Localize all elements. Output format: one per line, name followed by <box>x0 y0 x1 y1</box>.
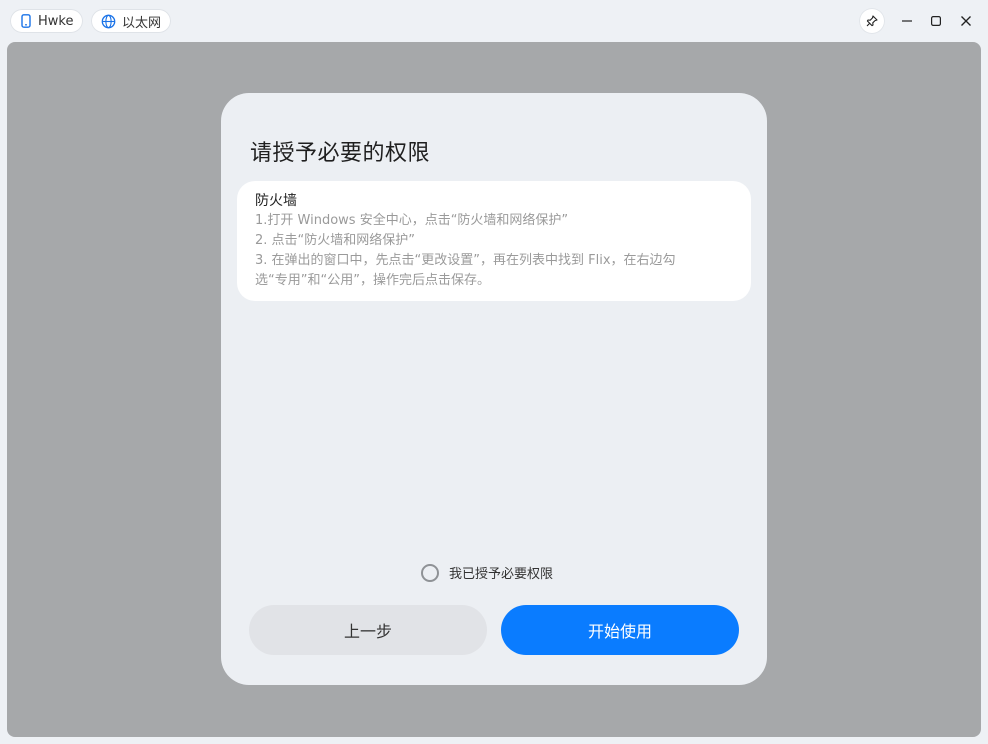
confirm-radio[interactable] <box>421 563 439 582</box>
firewall-instructions-card: 防火墙 1.打开 Windows 安全中心，点击“防火墙和网络保护” 2. 点击… <box>237 181 751 301</box>
permission-dialog: 请授予必要的权限 防火墙 1.打开 Windows 安全中心，点击“防火墙和网络… <box>221 93 767 685</box>
network-status: 以太网 <box>122 15 162 31</box>
maximize-icon <box>930 12 942 31</box>
pin-icon <box>866 12 878 31</box>
minimize-icon <box>901 12 913 31</box>
dialog-title: 请授予必要的权限 <box>250 141 431 166</box>
globe-icon <box>101 14 116 29</box>
instruction-line: 选“专用”和“公用”，操作完后点击保存。 <box>255 273 490 288</box>
close-button[interactable] <box>953 9 979 33</box>
close-icon <box>960 12 972 31</box>
instruction-line: 2. 点击“防火墙和网络保护” <box>255 233 416 248</box>
network-pill[interactable]: 以太网 <box>91 9 172 33</box>
card-heading: 防火墙 <box>255 193 297 209</box>
title-bar: Hwke 以太网 <box>0 0 988 42</box>
previous-step-button[interactable]: 上一步 <box>249 605 487 655</box>
start-using-button[interactable]: 开始使用 <box>501 605 739 655</box>
device-name: Hwke <box>38 13 74 29</box>
phone-icon <box>20 14 32 28</box>
device-pill[interactable]: Hwke <box>10 9 84 33</box>
maximize-button[interactable] <box>923 9 949 33</box>
permission-confirm[interactable]: 我已授予必要权限 <box>421 563 553 582</box>
pin-button[interactable] <box>859 8 885 34</box>
confirm-label: 我已授予必要权限 <box>449 567 554 582</box>
minimize-button[interactable] <box>894 9 920 33</box>
instruction-line: 1.打开 Windows 安全中心，点击“防火墙和网络保护” <box>255 213 569 228</box>
instruction-line: 3. 在弹出的窗口中，先点击“更改设置”，再在列表中找到 Flix，在右边勾 <box>255 253 676 268</box>
